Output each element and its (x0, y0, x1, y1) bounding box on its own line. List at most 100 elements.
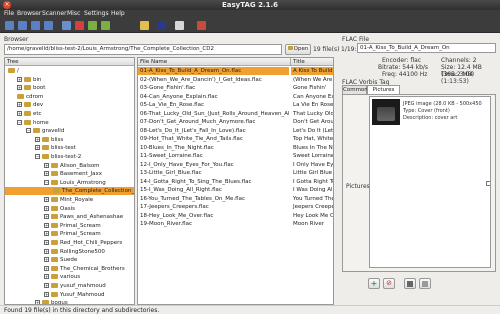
file-row[interactable]: 07-Don't_Get_Around_Much_Anymore.flac Don… (138, 118, 333, 126)
expand-icon[interactable]: + (44, 248, 49, 254)
menu-settings[interactable]: Settings (84, 10, 109, 18)
expand-icon[interactable]: + (44, 222, 49, 228)
tree-item[interactable]: + boot (5, 84, 134, 92)
file-row[interactable]: 18-Hey_Look_Me_Over.flac Hey Look Me Ove (138, 212, 333, 220)
file-row[interactable]: 04-Can_Anyone_Explain.flac Can Anyone Exp… (138, 93, 333, 101)
file-row[interactable]: 03-Gone_Fishin'.flac Gone Fishin' (138, 84, 333, 92)
menu-misc[interactable]: Misc (67, 10, 80, 18)
menu-file[interactable]: File (4, 10, 14, 18)
tree-item[interactable]: + bliss-test (5, 144, 134, 152)
expand-icon[interactable]: + (44, 197, 49, 202)
stop-icon[interactable] (157, 21, 166, 30)
collapse-icon[interactable]: − (35, 154, 40, 159)
file-row[interactable]: 08-Let's_Do_It_(Let's_Fall_In_Love).flac… (138, 127, 333, 135)
tree-item[interactable]: + RollingStone500 (5, 248, 134, 256)
tree-item[interactable]: − home (5, 119, 134, 127)
menu-scanner[interactable]: Scanner (42, 10, 67, 18)
tree-item[interactable]: + Oasis (5, 205, 134, 213)
tree-item[interactable]: + Suede (5, 256, 134, 264)
tree-item[interactable]: − gravelld (5, 127, 134, 135)
filename-field[interactable]: 01-A_Kiss_To_Build_A_Dream_On (357, 43, 496, 53)
tree-item[interactable]: The_Complete_Collection_CD2 (5, 187, 134, 196)
cover-art-thumbnail[interactable] (372, 99, 400, 125)
expand-icon[interactable]: + (17, 76, 22, 82)
tree-item[interactable]: + bliss (5, 136, 134, 144)
collapse-icon[interactable]: − (17, 119, 22, 125)
apply-to-all-checkbox[interactable] (486, 181, 490, 186)
expand-icon[interactable]: + (35, 136, 40, 142)
expand-icon[interactable]: + (44, 257, 49, 263)
expand-icon[interactable]: + (44, 240, 49, 245)
expand-icon[interactable]: + (44, 274, 49, 280)
next-icon[interactable] (31, 21, 40, 30)
save-icon[interactable] (140, 21, 149, 30)
tree-item[interactable]: + dev (5, 101, 134, 109)
expand-icon[interactable]: + (44, 162, 49, 168)
add-picture-button[interactable]: + (368, 278, 380, 289)
tree-item[interactable]: − bliss-test-2 (5, 153, 134, 161)
tree-item[interactable]: + Primal_Scream (5, 222, 134, 230)
save-picture-button[interactable] (404, 278, 416, 289)
file-row[interactable]: 06-That_Lucky_Old_Sun_(Just_Rolls_Around… (138, 110, 333, 118)
menu-help[interactable]: Help (111, 10, 125, 18)
open-button[interactable]: Open (285, 44, 311, 55)
collapse-icon[interactable]: − (26, 128, 31, 134)
picture-properties-button[interactable] (419, 278, 431, 289)
tree-item[interactable]: + bin (5, 76, 134, 84)
tree-item[interactable]: + The_Chemical_Brothers (5, 265, 134, 273)
tree-item[interactable]: / (5, 67, 134, 75)
file-row[interactable]: 09-Hot_That_White_Tie_And_Tails.flac Top … (138, 135, 333, 143)
path-input[interactable]: /home/gravelld/bliss-test-2/Louis_Armstr… (4, 44, 282, 55)
quit-icon[interactable] (197, 21, 206, 30)
tree-item[interactable]: + etc (5, 110, 134, 118)
tab-common[interactable]: Common (342, 85, 368, 94)
pictures-list[interactable]: JPEG image (28.0 KB - 500x450 Type: Cove… (369, 96, 491, 268)
tree-item[interactable]: + Yusuf_Mahmoud (5, 291, 134, 299)
expand-icon[interactable]: + (17, 111, 22, 116)
file-row[interactable]: 14-I_Gotta_Right_To_Sing_The_Blues.flac I… (138, 178, 333, 186)
tab-pictures[interactable]: Pictures (1) (367, 85, 400, 101)
expand-icon[interactable]: + (17, 85, 22, 91)
prev-icon[interactable] (18, 21, 27, 30)
file-row[interactable]: 16-You_Turned_The_Tables_On_Me.flac You T… (138, 195, 333, 203)
tree-panel[interactable]: Tree / + bin + boot cdrom + dev + etc − home − gravel… (4, 57, 135, 305)
tag-icon[interactable] (175, 21, 184, 30)
tree-item[interactable]: + Paws_and_Ashenashae (5, 213, 134, 221)
tree-item[interactable]: + Primal_Scream (5, 230, 134, 238)
title-header[interactable]: Title (291, 58, 333, 66)
file-row[interactable]: 10-Blues_In_The_Night.flac Blues In The N… (138, 144, 333, 152)
file-list-panel[interactable]: File Name Title 01-A_Kiss_To_Build_A_Dre… (137, 57, 334, 305)
file-row[interactable]: 11-Sweet_Lorraine.flac Sweet Lorraine (138, 152, 333, 160)
menu-browser[interactable]: Browser (17, 10, 41, 18)
file-row[interactable]: 02-(When_We_Are_Dancin')_I_Get_Ideas.fla… (138, 76, 333, 84)
expand-icon[interactable]: + (44, 283, 49, 288)
file-row[interactable]: 15-I_Was_Doing_All_Right.flac I Was Doing… (138, 186, 333, 194)
scan-icon[interactable] (62, 21, 71, 30)
tree-item[interactable]: + Alison_Balsom (5, 162, 134, 170)
expand-icon[interactable]: + (44, 291, 49, 297)
expand-icon[interactable]: + (17, 102, 22, 108)
collapse-icon[interactable]: − (44, 179, 49, 185)
tree-item[interactable]: + various (5, 273, 134, 281)
expand-icon[interactable]: + (44, 171, 49, 177)
expand-icon[interactable]: + (44, 214, 49, 220)
remove-picture-button[interactable]: ⊘ (383, 278, 395, 289)
expand-icon[interactable]: + (44, 231, 49, 237)
last-icon[interactable] (44, 21, 53, 30)
tree-item[interactable]: cdrom (5, 93, 134, 101)
remove-icon[interactable] (75, 21, 84, 30)
file-name-header[interactable]: File Name (138, 58, 291, 66)
expand-icon[interactable]: + (44, 205, 49, 211)
tree-item[interactable]: + yusuf_mahmoud (5, 282, 134, 290)
tree-item[interactable]: + Red_Hot_Chili_Peppers (5, 239, 134, 247)
undo-icon[interactable] (88, 21, 97, 30)
tree-item[interactable]: + Basement_Jaxx (5, 170, 134, 178)
redo-icon[interactable] (101, 21, 110, 30)
file-row[interactable]: 13-Little_Girl_Blue.flac Little Girl Blue (138, 169, 333, 177)
file-row[interactable]: 01-A_Kiss_To_Build_A_Dream_On.flac A Kiss… (138, 67, 333, 75)
file-row[interactable]: 19-Moon_River.flac Moon River (138, 220, 333, 228)
tree-item[interactable]: + Mint_Royale (5, 196, 134, 204)
expand-icon[interactable]: + (44, 265, 49, 271)
file-row[interactable]: 05-La_Vie_En_Rose.flac La Vie En Rose (138, 101, 333, 109)
expand-icon[interactable]: + (35, 145, 40, 151)
